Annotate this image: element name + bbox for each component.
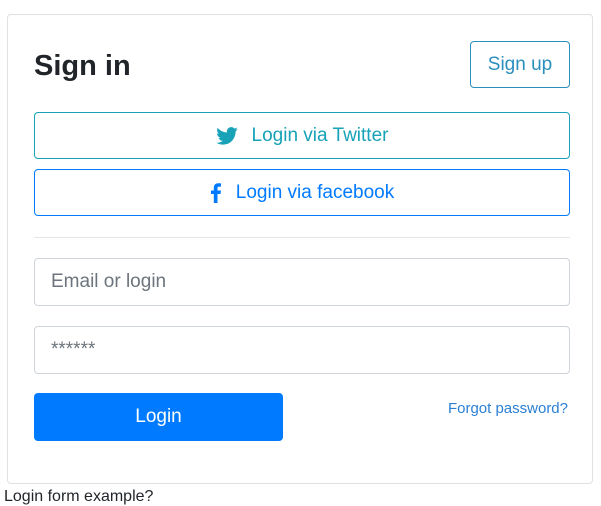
email-field[interactable] [34,258,570,306]
twitter-icon [215,126,238,145]
login-twitter-label: Login via Twitter [251,124,389,146]
password-field[interactable] [34,326,570,374]
login-facebook-button[interactable]: Login via facebook [34,169,570,216]
login-facebook-label: Login via facebook [235,181,395,203]
login-button[interactable]: Login [34,393,283,441]
login-twitter-button[interactable]: Login via Twitter [34,112,570,159]
footer-text: Login form example? [4,488,154,505]
page-title: Sign in [34,50,131,82]
signin-card: Sign in Sign up Login via Twitter Login … [7,14,593,484]
divider [34,237,570,238]
facebook-icon [210,182,222,203]
forgot-password-link[interactable]: Forgot password? [448,400,568,417]
signup-button[interactable]: Sign up [470,41,570,88]
